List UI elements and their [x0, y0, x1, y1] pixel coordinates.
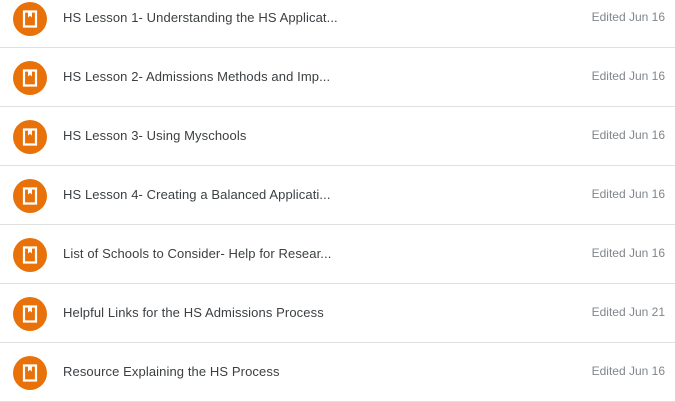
edited-date: Edited Jun 16	[591, 10, 665, 24]
material-title[interactable]: HS Lesson 3- Using Myschools	[63, 128, 246, 143]
edited-date: Edited Jun 21	[591, 305, 665, 319]
book-icon	[13, 297, 47, 331]
material-item[interactable]: HS Lesson 3- Using Myschools Edited Jun …	[0, 107, 675, 166]
material-item[interactable]: Helpful Links for the HS Admissions Proc…	[0, 284, 675, 343]
book-icon	[13, 179, 47, 213]
material-title[interactable]: Helpful Links for the HS Admissions Proc…	[63, 305, 324, 320]
edited-date: Edited Jun 16	[591, 69, 665, 83]
edited-date: Edited Jun 16	[591, 364, 665, 378]
book-icon	[13, 120, 47, 154]
edited-date: Edited Jun 16	[591, 246, 665, 260]
edited-date: Edited Jun 16	[591, 187, 665, 201]
book-icon	[13, 238, 47, 272]
material-item[interactable]: Resource Explaining the HS Process Edite…	[0, 343, 675, 402]
material-item[interactable]: HS Lesson 1- Understanding the HS Applic…	[0, 0, 675, 48]
material-item[interactable]: HS Lesson 4- Creating a Balanced Applica…	[0, 166, 675, 225]
material-title[interactable]: List of Schools to Consider- Help for Re…	[63, 246, 331, 261]
book-icon	[13, 61, 47, 95]
classwork-material-list: HS Lesson 1- Understanding the HS Applic…	[0, 0, 675, 402]
material-item[interactable]: HS Lesson 2- Admissions Methods and Imp.…	[0, 48, 675, 107]
material-title[interactable]: HS Lesson 2- Admissions Methods and Imp.…	[63, 69, 330, 84]
material-title[interactable]: HS Lesson 4- Creating a Balanced Applica…	[63, 187, 331, 202]
material-title[interactable]: HS Lesson 1- Understanding the HS Applic…	[63, 10, 338, 25]
material-title[interactable]: Resource Explaining the HS Process	[63, 364, 280, 379]
edited-date: Edited Jun 16	[591, 128, 665, 142]
book-icon	[13, 356, 47, 390]
book-icon	[13, 2, 47, 36]
material-item[interactable]: List of Schools to Consider- Help for Re…	[0, 225, 675, 284]
